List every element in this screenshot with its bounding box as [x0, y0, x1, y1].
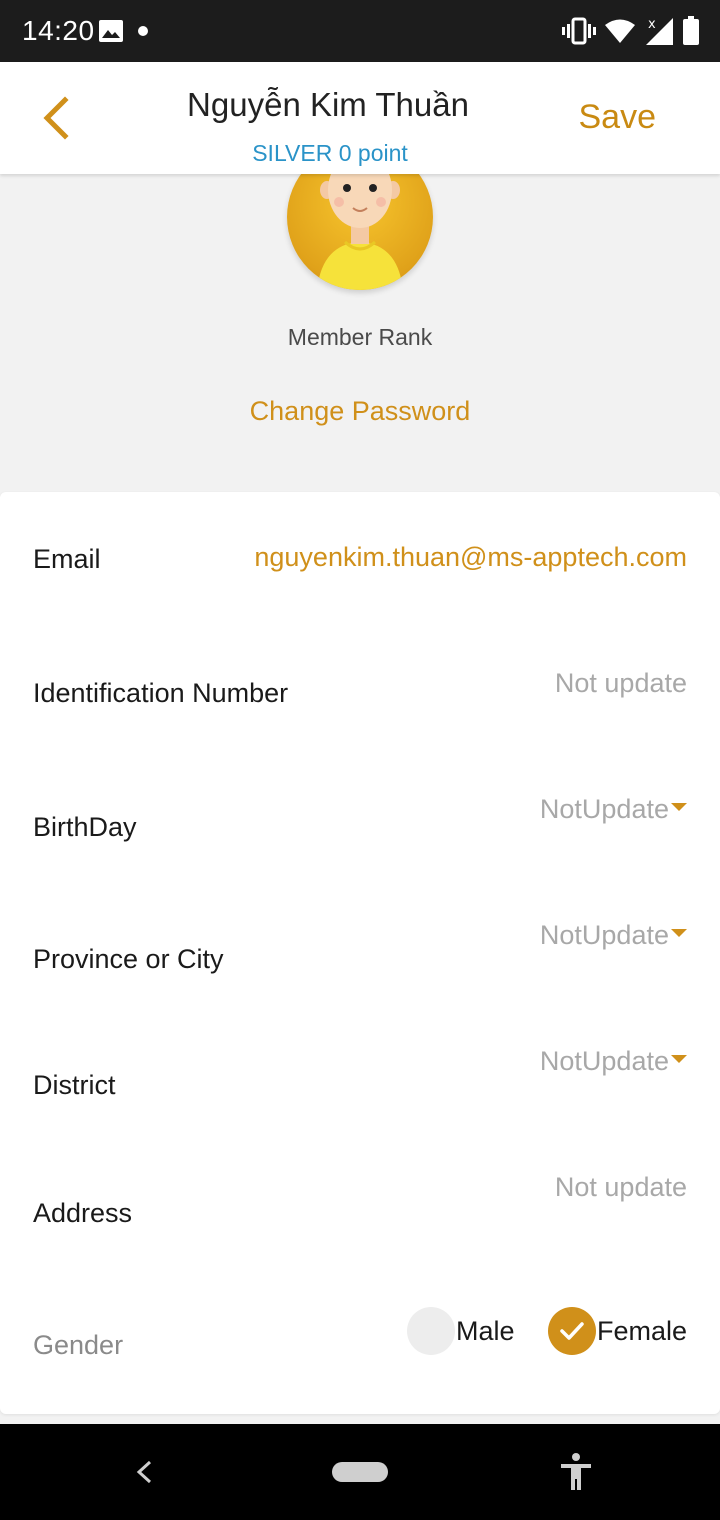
birthday-dropdown[interactable]: NotUpdate — [540, 794, 687, 825]
address-label: Address — [33, 1198, 133, 1228]
district-dropdown[interactable]: NotUpdate — [540, 1046, 687, 1077]
page-title: Nguyễn Kim Thuần — [187, 86, 469, 123]
province-value: NotUpdate — [539, 920, 669, 950]
district-label: District — [33, 1070, 116, 1100]
radio-checked-icon — [548, 1307, 596, 1355]
birthday-value: NotUpdate — [539, 794, 669, 824]
radio-unchecked-icon — [407, 1307, 455, 1355]
svg-text:x: x — [648, 17, 656, 32]
signal-icon: x — [646, 17, 673, 45]
app-bar: Nguyễn Kim Thuần SILVER 0 point Save — [0, 62, 720, 174]
battery-icon — [683, 16, 699, 45]
profile-form: Email nguyenkim.thuan@ms-apptech.com Ide… — [0, 492, 720, 1414]
member-rank-label: Member Rank — [287, 324, 433, 350]
member-tier-points: SILVER 0 point — [252, 140, 408, 166]
gender-radio-male[interactable]: Male — [407, 1307, 515, 1355]
image-icon — [99, 20, 123, 42]
email-label: Email — [33, 544, 101, 574]
checkmark-icon — [560, 1322, 584, 1340]
address-input[interactable]: Not update — [555, 1172, 687, 1203]
status-icons: x — [562, 14, 700, 48]
change-password-link[interactable]: Change Password — [0, 396, 720, 427]
district-value: NotUpdate — [539, 1046, 669, 1076]
gender-radio-female[interactable]: Female — [548, 1307, 687, 1355]
nav-home-button[interactable] — [332, 1462, 388, 1482]
status-bar: 14:20 x — [0, 0, 720, 62]
vibrate-icon — [562, 17, 596, 45]
caret-down-icon — [671, 1054, 687, 1063]
system-nav-bar — [0, 1424, 720, 1520]
province-label: Province or City — [33, 944, 224, 974]
profile-header: Member Rank Change Password — [0, 144, 720, 492]
wifi-icon — [605, 19, 635, 43]
accessibility-icon[interactable] — [558, 1452, 594, 1492]
province-dropdown[interactable]: NotUpdate — [540, 920, 687, 951]
gender-label: Gender — [33, 1330, 124, 1360]
notification-dot-icon — [138, 26, 148, 36]
identification-label: Identification Number — [33, 678, 289, 708]
caret-down-icon — [671, 928, 687, 937]
nav-back-icon[interactable] — [130, 1456, 158, 1488]
save-button[interactable]: Save — [579, 98, 657, 137]
identification-input[interactable]: Not update — [555, 668, 687, 699]
gender-male-label: Male — [456, 1315, 515, 1346]
email-value: nguyenkim.thuan@ms-apptech.com — [254, 542, 687, 572]
status-time: 14:20 — [22, 15, 95, 46]
gender-female-label: Female — [597, 1315, 688, 1346]
caret-down-icon — [671, 802, 687, 811]
birthday-label: BirthDay — [33, 812, 137, 842]
